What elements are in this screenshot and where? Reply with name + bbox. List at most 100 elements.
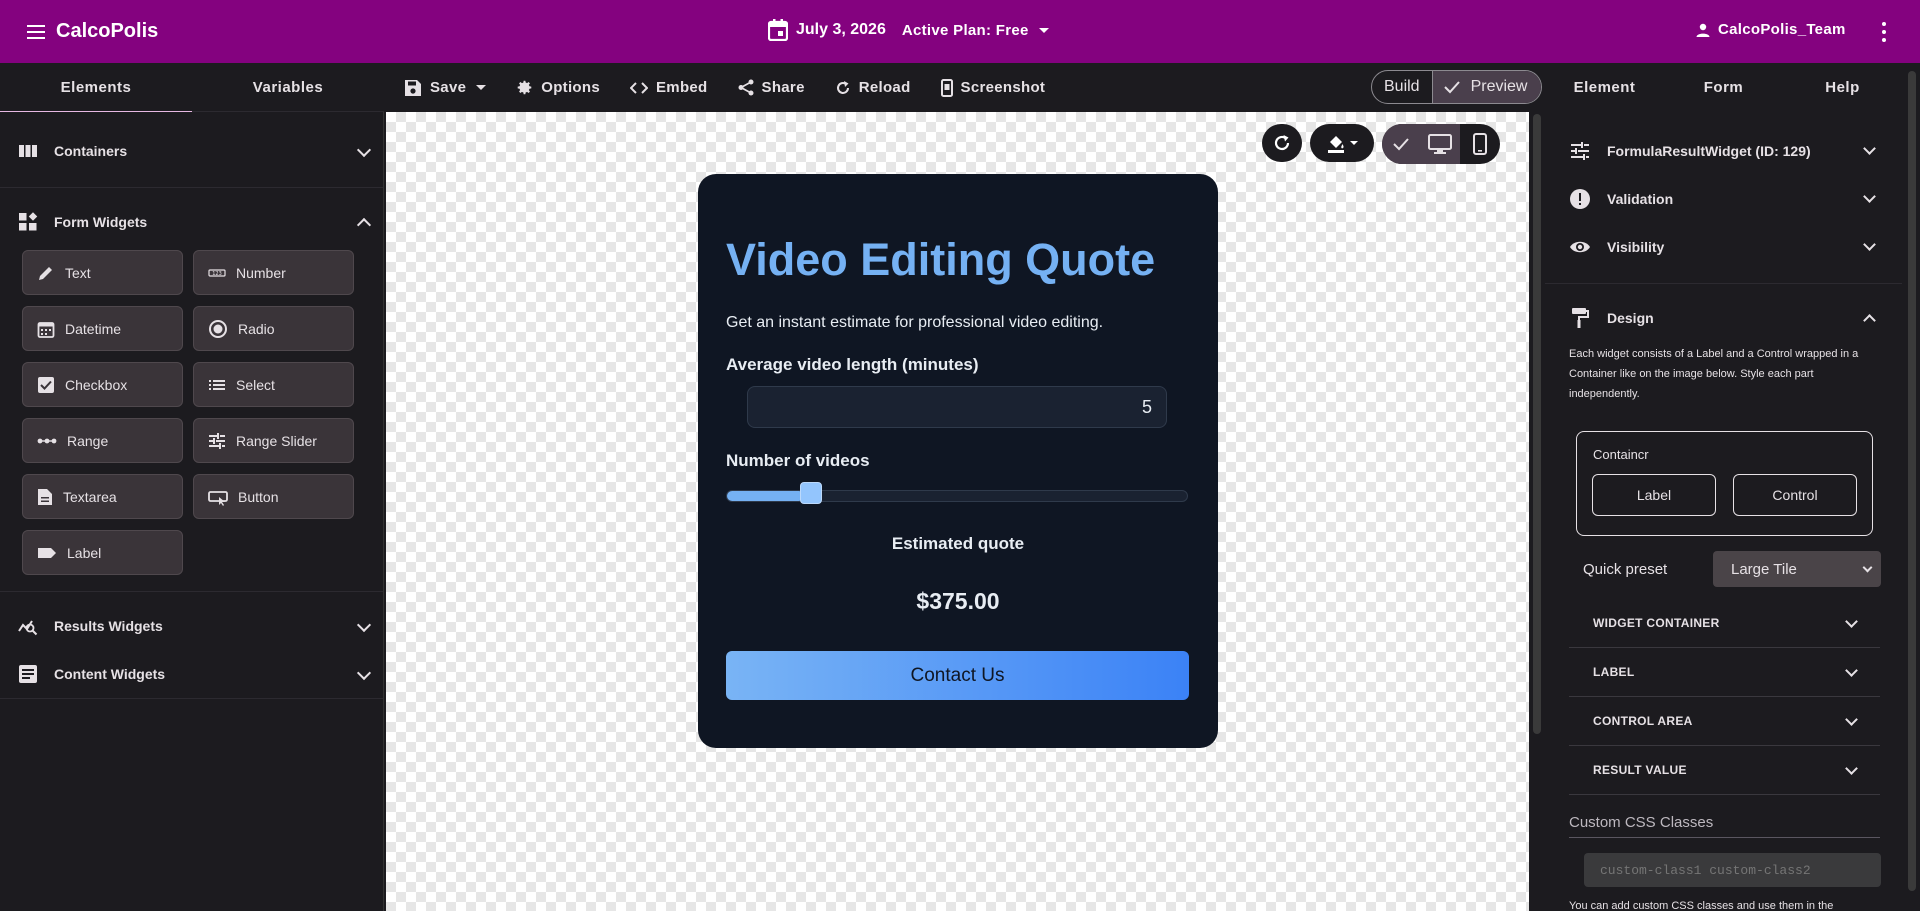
widget-datetime[interactable]: Datetime [22, 306, 183, 351]
diagram-label-part[interactable]: Label [1592, 474, 1716, 516]
contact-us-button[interactable]: Contact Us [726, 651, 1189, 700]
tune-icon [209, 432, 225, 449]
active-plan-dropdown[interactable]: Active Plan: Free [902, 22, 1029, 39]
videos-count-label: Number of videos [726, 451, 870, 470]
screenshot-button[interactable]: Screenshot [940, 78, 1046, 97]
scrollbar-thumb[interactable] [1533, 114, 1541, 734]
card-title: Video Editing Quote [726, 234, 1156, 285]
widget-accordion[interactable]: FormulaResultWidget (ID: 129) [1545, 127, 1902, 175]
widget-label[interactable]: Label [22, 530, 183, 575]
chevron-down-icon [1845, 664, 1858, 677]
widget-checkbox[interactable]: Checkbox [22, 362, 183, 407]
refresh-preview-button[interactable] [1262, 124, 1302, 162]
widget-header-label: FormulaResultWidget (ID: 129) [1607, 143, 1811, 159]
reload-icon [836, 80, 849, 94]
videos-slider-thumb[interactable] [799, 482, 822, 504]
calendar-icon [37, 321, 55, 338]
validation-label: Validation [1607, 191, 1674, 207]
quick-preset-select[interactable]: Large Tile [1713, 551, 1881, 587]
widget-number[interactable]: 123 Number [193, 250, 354, 295]
format-color-fill-icon [1328, 136, 1344, 153]
section-label: LABEL [1593, 665, 1635, 679]
tab-elements[interactable]: Elements [0, 63, 192, 113]
widget-range[interactable]: Range [22, 418, 183, 463]
widget-container-section[interactable]: WIDGET CONTAINER [1569, 599, 1880, 648]
design-accordion[interactable]: Design [1545, 294, 1902, 342]
caret-down-icon[interactable] [476, 85, 487, 90]
visibility-accordion[interactable]: Visibility [1545, 223, 1902, 271]
chevron-down-icon [1845, 762, 1858, 775]
videos-slider-track[interactable] [726, 490, 1188, 502]
caret-down-icon[interactable] [1038, 27, 1049, 33]
containers-accordion[interactable]: Containers [0, 127, 383, 175]
content-widgets-accordion[interactable]: Content Widgets [0, 650, 383, 698]
calendar-icon [768, 19, 788, 41]
floppy-disk-icon [405, 79, 421, 96]
menu-icon[interactable] [24, 20, 48, 44]
tab-form[interactable]: Form [1664, 63, 1783, 112]
results-widgets-accordion[interactable]: Results Widgets [0, 602, 383, 650]
chevron-down-icon [1863, 238, 1876, 251]
build-mode-button[interactable]: Build [1372, 71, 1433, 103]
label-section[interactable]: LABEL [1569, 648, 1880, 697]
mobile-view-button[interactable] [1460, 124, 1500, 164]
video-length-input[interactable] [747, 386, 1167, 428]
tab-help[interactable]: Help [1783, 63, 1902, 112]
chevron-down-icon [356, 617, 372, 633]
custom-css-label: Custom CSS Classes [1569, 814, 1714, 831]
background-fill-button[interactable] [1310, 124, 1374, 162]
reload-button[interactable]: Reload [835, 79, 911, 96]
share-button[interactable]: Share [738, 79, 805, 96]
chevron-down-icon [1863, 142, 1876, 155]
chevron-down-icon [1863, 190, 1876, 203]
widget-radio[interactable]: Radio [193, 306, 354, 351]
save-button[interactable]: Save [404, 79, 487, 97]
divider [0, 698, 383, 699]
result-value-section[interactable]: RESULT VALUE [1569, 746, 1880, 795]
section-label: WIDGET CONTAINER [1593, 616, 1720, 630]
tab-variables[interactable]: Variables [192, 63, 384, 112]
preview-mode-button[interactable]: Preview [1432, 71, 1542, 103]
button-icon [208, 490, 228, 506]
desktop-view-button[interactable] [1420, 124, 1460, 164]
control-area-section[interactable]: CONTROL AREA [1569, 697, 1880, 746]
canvas-scrollbar[interactable] [1531, 112, 1543, 911]
current-date: July 3, 2026 [796, 21, 886, 38]
widget-label: Datetime [65, 320, 122, 337]
widget-range-slider[interactable]: Range Slider [193, 418, 354, 463]
columns-icon [19, 145, 37, 157]
form-widgets-accordion[interactable]: Form Widgets [0, 198, 383, 246]
diagram-control-part[interactable]: Control [1733, 474, 1857, 516]
check-icon [1443, 81, 1460, 94]
user-menu[interactable]: CalcoPolis_Team [1696, 21, 1846, 38]
reload-label: Reload [858, 79, 911, 96]
scrollbar-thumb[interactable] [1908, 71, 1916, 891]
more-vert-icon[interactable] [1878, 22, 1890, 42]
chevron-down-icon [356, 665, 372, 681]
caret-down-icon [1350, 141, 1358, 145]
chevron-down-icon [1862, 562, 1873, 573]
custom-css-input[interactable] [1584, 853, 1881, 887]
check-icon [1382, 124, 1420, 164]
embed-button[interactable]: Embed [630, 79, 708, 96]
widget-label: Textarea [63, 488, 117, 505]
validation-accordion[interactable]: Validation [1545, 175, 1902, 223]
panel-scrollbar[interactable] [1904, 63, 1920, 911]
phone-screenshot-icon [940, 78, 953, 97]
query-stats-icon [18, 620, 38, 636]
design-label: Design [1607, 310, 1654, 326]
toolbar-row: Elements Variables Save Options Embed Sh… [0, 63, 1920, 113]
divider [1569, 837, 1880, 838]
widget-text[interactable]: Text [22, 250, 183, 295]
date-plan-group: July 3, 2026 Active Plan: Free [768, 19, 1049, 41]
widget-label: Button [238, 488, 279, 505]
visibility-label: Visibility [1607, 239, 1665, 255]
save-label: Save [430, 79, 467, 96]
share-label: Share [761, 79, 805, 96]
widget-button[interactable]: Button [193, 474, 354, 519]
options-button[interactable]: Options [516, 79, 600, 96]
chevron-down-icon [1845, 713, 1858, 726]
widget-select[interactable]: Select [193, 362, 354, 407]
widget-textarea[interactable]: Textarea [22, 474, 183, 519]
tab-element[interactable]: Element [1545, 63, 1664, 112]
